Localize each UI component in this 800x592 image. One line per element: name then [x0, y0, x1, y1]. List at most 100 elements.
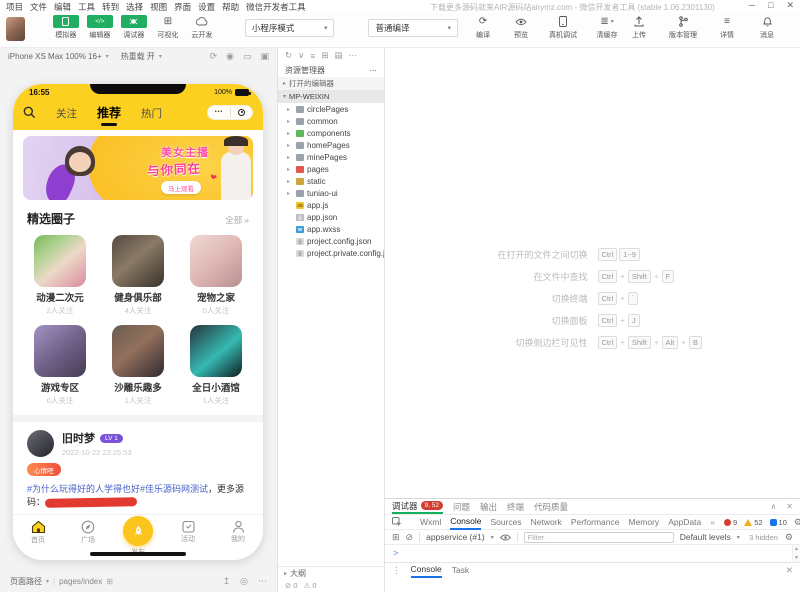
debugger-panel-tab[interactable]: 问题 — [453, 499, 470, 514]
circle-item[interactable]: 动漫二次元 2人关注 — [21, 235, 99, 316]
devtools-tab[interactable]: Performance — [571, 514, 620, 530]
inspect-icon[interactable]: ◎ — [240, 576, 248, 587]
close-panel-icon[interactable]: ✕ — [786, 502, 793, 511]
version-control-button[interactable]: 版本管理 — [664, 15, 702, 40]
clear-console-icon[interactable]: ⊘ — [406, 532, 414, 543]
more-icon[interactable]: ⋯ — [258, 576, 267, 587]
feed-tab[interactable]: 推荐 — [97, 104, 121, 121]
js-context-select[interactable]: appservice (#1) — [426, 532, 485, 542]
menu-item[interactable]: 视图 — [150, 1, 167, 13]
circles-see-all-link[interactable]: 全部 » — [225, 214, 249, 226]
banner-watch-button[interactable]: 马上观看 — [161, 181, 201, 194]
copy-icon[interactable]: ⊞ — [106, 577, 113, 586]
path-mode-select[interactable]: 页面路径 — [10, 576, 42, 587]
menu-item[interactable]: 设置 — [198, 1, 215, 13]
circle-item[interactable]: 宠物之家 0人关注 — [177, 235, 255, 316]
float-window-icon[interactable]: ▣ — [260, 51, 269, 62]
more-icon[interactable]: ••• — [215, 109, 223, 115]
maximize-button[interactable]: □ — [768, 0, 773, 11]
tree-item[interactable]: ▸ circlePages — [278, 103, 384, 115]
minimize-button[interactable]: ─ — [749, 0, 755, 11]
tree-item[interactable]: ▸ tuniao-ui — [278, 187, 384, 199]
log-levels-select[interactable]: Default levels — [680, 532, 731, 542]
debugger-panel-tab[interactable]: 终端 — [507, 499, 524, 514]
project-root[interactable]: ▾ MP-WEIXIN — [278, 90, 384, 103]
share-icon[interactable]: ↥ — [223, 576, 231, 587]
tree-item[interactable]: {} app.json — [278, 211, 384, 223]
circle-item[interactable]: 游戏专区 0人关注 — [21, 325, 99, 406]
warning-count[interactable]: 52 — [744, 518, 762, 527]
tabbar-plaza[interactable]: 广场 — [63, 520, 113, 545]
devtools-tab[interactable]: AppData — [668, 514, 701, 530]
eye-create-expression-icon[interactable] — [500, 534, 511, 541]
upload-button[interactable]: 上传 — [624, 15, 654, 40]
console-scrollbar[interactable]: ▲▼ — [792, 545, 800, 562]
tree-item[interactable]: ▸ components — [278, 127, 384, 139]
outline-icon[interactable]: ≡ — [310, 51, 315, 61]
menu-item[interactable]: 转到 — [102, 1, 119, 13]
promo-banner[interactable]: 美女主播 与你同在 ❤ 马上观看 — [23, 136, 253, 200]
console-settings-icon[interactable]: ⚙ — [785, 532, 793, 543]
more-tabs-icon[interactable]: » — [710, 517, 715, 527]
info-count[interactable]: 10 — [770, 518, 787, 527]
tree-item[interactable]: JS app.js — [278, 199, 384, 211]
collapse-icon[interactable]: ∨ — [298, 50, 304, 61]
debugger-panel-tab[interactable]: 调试器 9, 52 — [392, 499, 443, 514]
drawer-kebab-icon[interactable]: ⋮ — [392, 565, 401, 576]
search-icon[interactable] — [23, 106, 36, 119]
mood-topic-badge[interactable]: 心情吧 — [27, 463, 61, 476]
debugger-toggle[interactable]: 调试器 — [119, 15, 149, 40]
menu-item[interactable]: 选择 — [126, 1, 143, 13]
close-button[interactable]: ✕ — [786, 0, 794, 11]
console-sidebar-icon[interactable]: ⊞ — [392, 532, 400, 543]
compile-button[interactable]: ⟳ 编译 — [468, 15, 498, 40]
problems-status[interactable]: ⊘ 0 ⚠ 0 — [278, 579, 384, 592]
simulator-toggle[interactable]: 模拟器 — [51, 15, 81, 40]
tree-item[interactable]: ▸ minePages — [278, 151, 384, 163]
new-file-icon[interactable]: ⊞ — [321, 50, 328, 61]
exit-target-icon[interactable] — [238, 109, 245, 116]
drawer-tab[interactable]: Console — [411, 563, 442, 578]
devtools-tab[interactable]: Sources — [490, 514, 521, 530]
mode-select[interactable]: 小程序模式 ▾ — [245, 19, 335, 37]
tree-item[interactable]: {} project.config.json — [278, 235, 384, 247]
more-icon[interactable]: ⋯ — [348, 50, 357, 61]
preview-button[interactable]: 预览 — [506, 15, 536, 40]
devtools-tab[interactable]: Memory — [628, 514, 659, 530]
post-avatar[interactable] — [27, 430, 54, 457]
tree-item[interactable]: ▸ pages — [278, 163, 384, 175]
tabbar-home[interactable]: 首页 — [13, 520, 63, 545]
menu-item[interactable]: 微信开发者工具 — [246, 1, 306, 13]
feed-tab[interactable]: 热门 — [141, 106, 162, 121]
device-select[interactable]: iPhone XS Max 100% 16+ — [8, 52, 102, 61]
compile-mode-select[interactable]: 普通编译 ▾ — [368, 19, 458, 37]
messages-button[interactable]: 消息 — [752, 15, 782, 40]
menu-item[interactable]: 工具 — [78, 1, 95, 13]
record-icon[interactable]: ◉ — [226, 51, 234, 62]
circle-item[interactable]: 沙雕乐趣多 1人关注 — [99, 325, 177, 406]
menu-item[interactable]: 文件 — [30, 1, 47, 13]
cloud-dev-button[interactable]: 云开发 — [187, 15, 217, 40]
inspect-element-icon[interactable] — [392, 517, 402, 527]
circle-item[interactable]: 全日小酒馆 1人关注 — [177, 325, 255, 406]
tree-item[interactable]: {} project.private.config.js… — [278, 247, 384, 259]
devtools-tab[interactable]: Console — [450, 514, 481, 530]
close-drawer-icon[interactable]: ✕ — [786, 565, 793, 576]
more-icon[interactable]: ⋯ — [369, 66, 377, 75]
menu-item[interactable]: 项目 — [6, 1, 23, 13]
feed-post[interactable]: 旧时梦 LV 1 2022-10-22 23:25:53 心情吧 #为什么玩得好… — [13, 422, 263, 510]
console-filter-input[interactable] — [524, 532, 674, 543]
outline-section[interactable]: ▸ 大纲 — [278, 566, 384, 579]
console-output[interactable]: > ▲▼ — [385, 545, 800, 562]
real-device-debug-button[interactable]: 真机调试 — [544, 15, 582, 40]
open-editors-section[interactable]: ▸ 打开的编辑器 — [278, 77, 384, 90]
rotate-icon[interactable]: ⟳ — [210, 51, 218, 62]
clear-cache-button[interactable]: ≣▾ 清缓存 — [590, 15, 624, 40]
refresh-icon[interactable]: ↻ — [285, 50, 292, 61]
post-author[interactable]: 旧时梦 — [62, 430, 95, 446]
drawer-tab[interactable]: Task — [452, 563, 469, 578]
feed-tab[interactable]: 关注 — [56, 106, 77, 121]
post-hashtag-link[interactable]: #为什么玩得好的人学得也好#佳乐源码网测试 — [27, 484, 208, 494]
devtools-tab[interactable]: Network — [531, 514, 562, 530]
circle-item[interactable]: 健身俱乐部 4人关注 — [99, 235, 177, 316]
